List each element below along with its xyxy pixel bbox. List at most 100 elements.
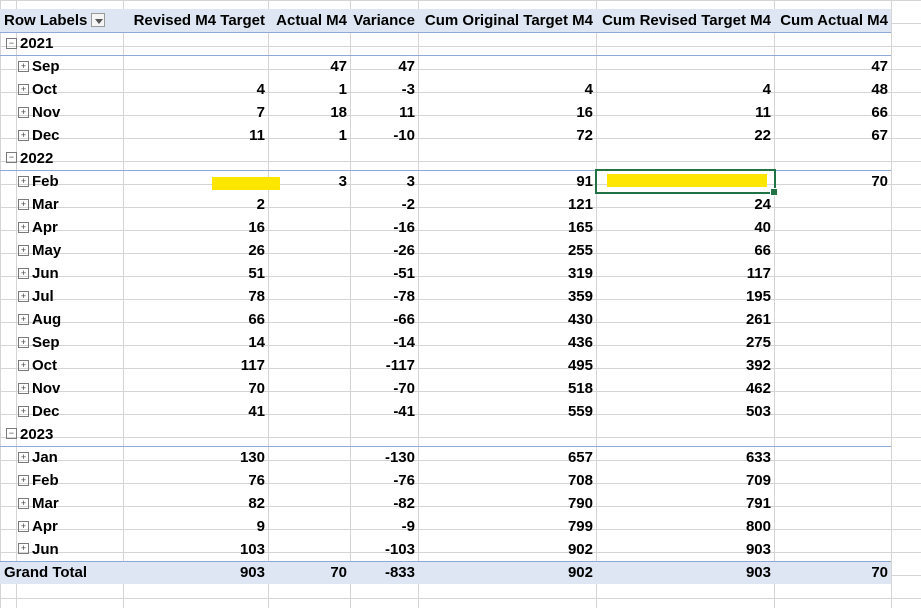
grand-total-cell[interactable]: 70 bbox=[268, 560, 350, 584]
value-cell[interactable]: 261 bbox=[596, 308, 774, 331]
value-cell[interactable]: 462 bbox=[596, 377, 774, 400]
value-cell[interactable]: 66 bbox=[596, 239, 774, 262]
value-cell[interactable]: 47 bbox=[268, 55, 350, 78]
value-cell[interactable]: 559 bbox=[418, 400, 596, 423]
value-cell[interactable]: -2 bbox=[350, 193, 418, 216]
collapse-icon[interactable]: − bbox=[6, 428, 17, 440]
value-cell[interactable]: 165 bbox=[418, 216, 596, 239]
value-cell[interactable]: 903 bbox=[596, 538, 774, 561]
value-cell[interactable]: 91 bbox=[418, 170, 596, 193]
value-cell[interactable]: 26 bbox=[123, 239, 268, 262]
value-cell[interactable] bbox=[774, 193, 891, 216]
active-cell-selection[interactable] bbox=[595, 169, 778, 196]
value-cell[interactable]: 47 bbox=[774, 55, 891, 78]
value-cell[interactable]: -70 bbox=[350, 377, 418, 400]
value-cell[interactable]: 121 bbox=[418, 193, 596, 216]
value-cell[interactable] bbox=[774, 285, 891, 308]
value-cell[interactable]: 799 bbox=[418, 515, 596, 538]
expand-icon[interactable]: + bbox=[18, 175, 29, 187]
value-cell[interactable] bbox=[774, 423, 891, 447]
value-cell[interactable] bbox=[268, 446, 350, 469]
value-cell[interactable]: 1 bbox=[268, 124, 350, 147]
value-cell[interactable] bbox=[774, 400, 891, 423]
value-cell[interactable] bbox=[774, 354, 891, 377]
value-cell[interactable]: 16 bbox=[418, 101, 596, 124]
value-cell[interactable]: 800 bbox=[596, 515, 774, 538]
value-cell[interactable] bbox=[123, 32, 268, 56]
value-cell[interactable]: -16 bbox=[350, 216, 418, 239]
expand-icon[interactable]: + bbox=[18, 313, 29, 325]
value-cell[interactable] bbox=[268, 400, 350, 423]
value-cell[interactable]: 633 bbox=[596, 446, 774, 469]
value-cell[interactable]: 790 bbox=[418, 492, 596, 515]
row-labels-header[interactable]: Row Labels bbox=[0, 9, 123, 33]
expand-icon[interactable]: + bbox=[18, 129, 29, 141]
expand-icon[interactable]: + bbox=[18, 221, 29, 233]
value-cell[interactable]: 130 bbox=[123, 446, 268, 469]
expand-icon[interactable]: + bbox=[18, 405, 29, 417]
value-cell[interactable]: -103 bbox=[350, 538, 418, 561]
value-cell[interactable] bbox=[268, 377, 350, 400]
value-cell[interactable]: 82 bbox=[123, 492, 268, 515]
value-cell[interactable]: 275 bbox=[596, 331, 774, 354]
value-cell[interactable]: 22 bbox=[596, 124, 774, 147]
value-cell[interactable]: 902 bbox=[418, 538, 596, 561]
value-cell[interactable]: 117 bbox=[596, 262, 774, 285]
value-cell[interactable]: 11 bbox=[123, 124, 268, 147]
value-cell[interactable] bbox=[268, 285, 350, 308]
value-cell[interactable]: -41 bbox=[350, 400, 418, 423]
value-cell[interactable] bbox=[268, 423, 350, 447]
value-cell[interactable]: 9 bbox=[123, 515, 268, 538]
value-cell[interactable] bbox=[418, 147, 596, 171]
value-cell[interactable]: 4 bbox=[596, 78, 774, 101]
value-cell[interactable] bbox=[268, 354, 350, 377]
value-cell[interactable]: 518 bbox=[418, 377, 596, 400]
value-cell[interactable]: 708 bbox=[418, 469, 596, 492]
value-cell[interactable]: 791 bbox=[596, 492, 774, 515]
grand-total-cell[interactable]: 903 bbox=[596, 560, 774, 584]
value-cell[interactable]: -26 bbox=[350, 239, 418, 262]
value-cell[interactable] bbox=[774, 147, 891, 171]
value-cell[interactable] bbox=[774, 239, 891, 262]
expand-icon[interactable]: + bbox=[18, 244, 29, 256]
value-cell[interactable] bbox=[350, 32, 418, 56]
value-cell[interactable] bbox=[268, 515, 350, 538]
value-cell[interactable]: 2 bbox=[123, 193, 268, 216]
value-cell[interactable] bbox=[123, 423, 268, 447]
value-cell[interactable] bbox=[774, 515, 891, 538]
value-cell[interactable]: 3 bbox=[268, 170, 350, 193]
value-cell[interactable]: 255 bbox=[418, 239, 596, 262]
value-cell[interactable]: 18 bbox=[268, 101, 350, 124]
expand-icon[interactable]: + bbox=[18, 60, 29, 72]
value-cell[interactable]: 103 bbox=[123, 538, 268, 561]
value-cell[interactable]: 359 bbox=[418, 285, 596, 308]
expand-icon[interactable]: + bbox=[18, 336, 29, 348]
value-cell[interactable]: 117 bbox=[123, 354, 268, 377]
expand-icon[interactable]: + bbox=[18, 520, 29, 532]
value-cell[interactable]: -76 bbox=[350, 469, 418, 492]
fill-handle[interactable] bbox=[770, 188, 778, 196]
value-cell[interactable] bbox=[418, 32, 596, 56]
value-cell[interactable]: -51 bbox=[350, 262, 418, 285]
value-cell[interactable]: 1 bbox=[268, 78, 350, 101]
value-cell[interactable]: 709 bbox=[596, 469, 774, 492]
value-cell[interactable]: 430 bbox=[418, 308, 596, 331]
value-cell[interactable] bbox=[774, 469, 891, 492]
value-cell[interactable] bbox=[268, 262, 350, 285]
value-cell[interactable] bbox=[774, 377, 891, 400]
value-cell[interactable]: 14 bbox=[123, 331, 268, 354]
expand-icon[interactable]: + bbox=[18, 106, 29, 118]
value-cell[interactable]: -14 bbox=[350, 331, 418, 354]
grand-total-cell[interactable]: 902 bbox=[418, 560, 596, 584]
value-cell[interactable]: 66 bbox=[774, 101, 891, 124]
value-cell[interactable]: 319 bbox=[418, 262, 596, 285]
value-cell[interactable]: 495 bbox=[418, 354, 596, 377]
value-cell[interactable] bbox=[596, 32, 774, 56]
value-cell[interactable] bbox=[774, 331, 891, 354]
value-cell[interactable] bbox=[774, 262, 891, 285]
pivot-table[interactable]: Row Labels Revised M4 Target Actual M4 Vari… bbox=[0, 9, 891, 584]
value-cell[interactable]: 11 bbox=[350, 101, 418, 124]
value-cell[interactable] bbox=[774, 308, 891, 331]
value-cell[interactable]: -117 bbox=[350, 354, 418, 377]
value-cell[interactable] bbox=[268, 492, 350, 515]
